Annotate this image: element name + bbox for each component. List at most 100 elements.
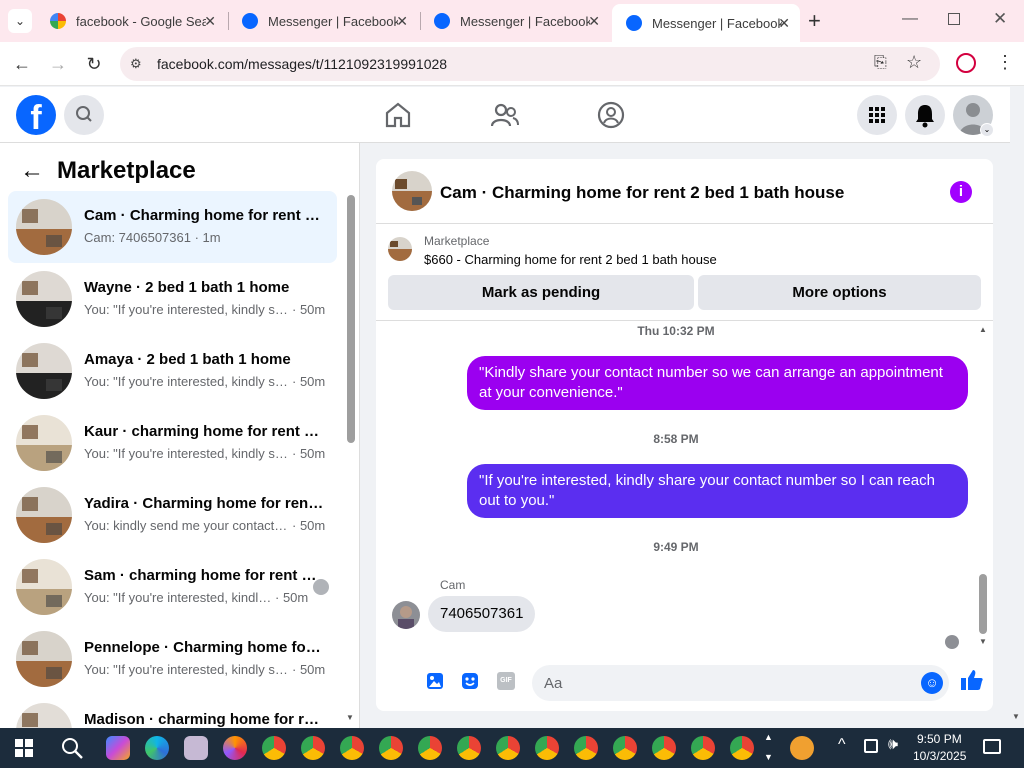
- chrome-icon[interactable]: [457, 736, 481, 760]
- chrome-icon[interactable]: [340, 736, 364, 760]
- address-bar[interactable]: ⚙ facebook.com/messages/t/11210923199910…: [120, 47, 940, 81]
- close-tab-icon[interactable]: ✕: [396, 13, 408, 30]
- windows-start-icon[interactable]: [15, 739, 33, 762]
- clock-time[interactable]: 9:50 PM: [917, 732, 962, 746]
- message-timestamp: 9:49 PM: [653, 540, 699, 554]
- scrollbar-thumb[interactable]: [347, 195, 355, 443]
- more-options-button[interactable]: More options: [698, 275, 981, 310]
- listing-text[interactable]: $660 - Charming home for rent 2 bed 1 ba…: [424, 252, 717, 267]
- chrome-icon[interactable]: [379, 736, 403, 760]
- chrome-icon[interactable]: [574, 736, 598, 760]
- new-tab-icon[interactable]: +: [808, 8, 821, 34]
- sender-avatar[interactable]: [392, 601, 420, 629]
- facebook-logo-icon[interactable]: f: [16, 95, 56, 137]
- groups-icon[interactable]: [597, 101, 625, 134]
- bookmark-star-icon[interactable]: ☆: [906, 52, 922, 73]
- show-hidden-icons-icon[interactable]: ^: [838, 736, 846, 754]
- edge-icon[interactable]: [145, 736, 169, 760]
- close-tab-icon[interactable]: ✕: [778, 15, 790, 32]
- browser-toolbar: ← → ↻ ⚙ facebook.com/messages/t/11210923…: [0, 42, 1024, 86]
- notification-center-icon[interactable]: [983, 739, 1001, 754]
- photo-icon[interactable]: [426, 672, 444, 695]
- listing-avatar[interactable]: [392, 171, 432, 211]
- weather-icon[interactable]: [790, 736, 814, 760]
- profile-icon[interactable]: [956, 53, 976, 73]
- chrome-icon[interactable]: [652, 736, 676, 760]
- browser-tab[interactable]: Messenger | Facebook ✕: [228, 6, 418, 36]
- reload-icon[interactable]: ↻: [82, 52, 106, 76]
- message-timestamp: Thu 10:32 PM: [637, 324, 715, 338]
- scrollbar-thumb[interactable]: [979, 574, 987, 634]
- seen-avatar-icon: [313, 579, 329, 595]
- browser-tab-bar: ⌄ facebook - Google Sea ✕ Messenger | Fa…: [0, 0, 1024, 42]
- conversation-time: · 50m: [292, 374, 326, 389]
- conversation-item[interactable]: Yadira · Charming home for rent 2 bed 1 …: [8, 479, 337, 551]
- menu-grid-icon[interactable]: [857, 95, 897, 135]
- taskbar-overflow-icon[interactable]: ▲ ▼: [764, 732, 773, 762]
- listing-thumbnail[interactable]: [388, 237, 412, 261]
- search-icon[interactable]: [64, 95, 104, 135]
- browser-menu-icon[interactable]: ⋮: [996, 52, 1014, 73]
- conversation-item[interactable]: Kaur · charming home for rent 2 bed 1 ba…: [8, 407, 337, 479]
- received-message-bubble[interactable]: 7406507361: [428, 596, 536, 632]
- chrome-icon[interactable]: [301, 736, 325, 760]
- browser-tab[interactable]: Messenger | Facebook ✕: [420, 6, 610, 36]
- conversation-item[interactable]: Madison · charming home for rent 2 bed 1…: [8, 695, 337, 728]
- browser-tab-active[interactable]: Messenger | Facebook ✕: [612, 4, 800, 42]
- gif-icon[interactable]: GIF: [497, 672, 515, 690]
- chrome-icon[interactable]: [496, 736, 520, 760]
- firefox-icon[interactable]: [223, 736, 247, 760]
- facebook-header: f ⌄: [0, 87, 1010, 143]
- scroll-down-arrow-icon[interactable]: ▼: [979, 637, 987, 646]
- account-chevron-icon[interactable]: ⌄: [980, 123, 994, 137]
- google-icon: [50, 13, 66, 29]
- facebook-icon: [434, 13, 450, 29]
- url-text: facebook.com/messages/t/1121092319991028: [157, 56, 448, 72]
- like-thumbs-up-icon[interactable]: [960, 668, 984, 697]
- home-icon[interactable]: [384, 101, 412, 134]
- back-arrow-icon[interactable]: ←: [20, 157, 44, 185]
- network-icon[interactable]: [864, 739, 878, 753]
- info-icon[interactable]: i: [950, 181, 972, 203]
- scroll-up-arrow-icon[interactable]: ▲: [979, 325, 987, 334]
- conversation-item[interactable]: Amaya · 2 bed 1 bath 1 home You: "If you'…: [8, 335, 337, 407]
- friends-icon[interactable]: [490, 101, 519, 134]
- sent-message-bubble[interactable]: "Kindly share your contact number so we …: [467, 356, 968, 410]
- chrome-icon[interactable]: [691, 736, 715, 760]
- minimize-icon[interactable]: —: [902, 10, 918, 28]
- message-input[interactable]: Aa ☺: [532, 665, 949, 701]
- chrome-icon[interactable]: [418, 736, 442, 760]
- emoji-icon[interactable]: ☺: [921, 672, 943, 694]
- message-input-placeholder: Aa: [544, 675, 563, 692]
- clock-date[interactable]: 10/3/2025: [913, 749, 966, 763]
- close-tab-icon[interactable]: ✕: [588, 13, 600, 30]
- sent-message-bubble[interactable]: "If you're interested, kindly share your…: [467, 464, 968, 518]
- notifications-bell-icon[interactable]: [905, 95, 945, 135]
- conversation-item[interactable]: Wayne · 2 bed 1 bath 1 home You: "If you'…: [8, 263, 337, 335]
- volume-icon[interactable]: 🕪: [888, 736, 898, 754]
- page-scroll-down-icon[interactable]: ▼: [1012, 712, 1020, 721]
- conversation-item[interactable]: Cam · Charming home for rent 2 bed 1 bat…: [8, 191, 337, 263]
- taskbar-search-icon[interactable]: [60, 736, 84, 765]
- close-tab-icon[interactable]: ✕: [204, 13, 216, 30]
- scroll-down-arrow-icon[interactable]: ▼: [346, 713, 354, 722]
- site-info-icon[interactable]: ⚙: [130, 56, 142, 72]
- mark-as-pending-button[interactable]: Mark as pending: [388, 275, 694, 310]
- chrome-icon[interactable]: [730, 736, 754, 760]
- sticker-icon[interactable]: [461, 672, 479, 695]
- forward-arrow-icon[interactable]: →: [46, 52, 70, 76]
- chrome-icon[interactable]: [613, 736, 637, 760]
- copilot-icon[interactable]: [106, 736, 130, 760]
- back-arrow-icon[interactable]: ←: [10, 52, 34, 76]
- close-window-icon[interactable]: ✕: [993, 9, 1007, 29]
- tab-list-chevron-icon[interactable]: ⌄: [8, 9, 32, 33]
- install-app-icon[interactable]: ⎘: [874, 54, 887, 72]
- conversation-item[interactable]: Pennelope · Charming home for rent 2 bed…: [8, 623, 337, 695]
- chrome-icon[interactable]: [262, 736, 286, 760]
- conversation-avatar: [16, 631, 72, 687]
- paint-icon[interactable]: [184, 736, 208, 760]
- browser-tab[interactable]: facebook - Google Sea ✕: [36, 6, 226, 36]
- restore-icon[interactable]: [948, 13, 960, 25]
- conversation-item[interactable]: Sam · charming home for rent 2 bed 1 bat…: [8, 551, 337, 623]
- chrome-icon[interactable]: [535, 736, 559, 760]
